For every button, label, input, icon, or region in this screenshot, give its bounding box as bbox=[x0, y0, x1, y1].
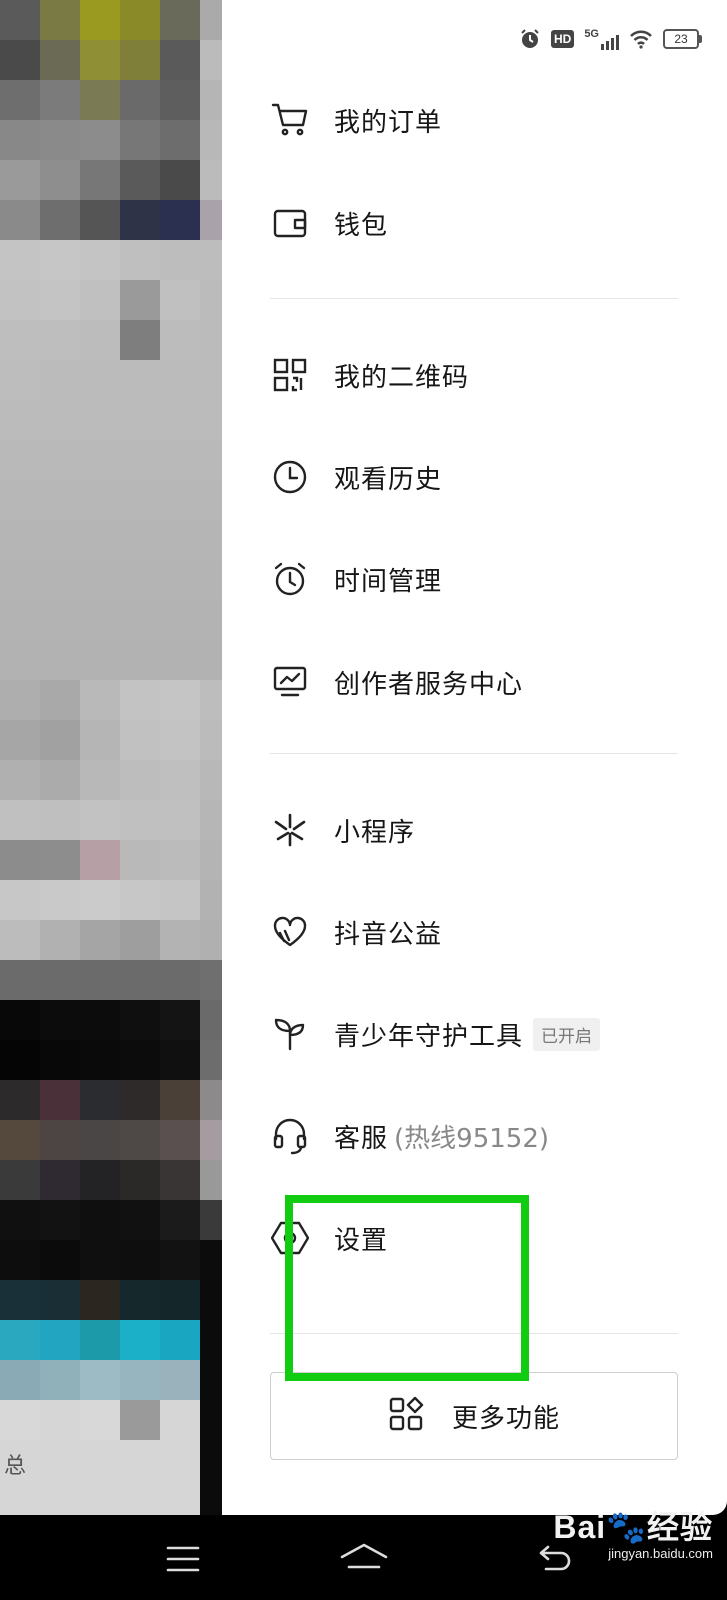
menu-item-label: 时间管理 bbox=[334, 566, 443, 597]
more-features-button[interactable]: 更多功能 bbox=[270, 1372, 678, 1460]
monitor-chart-icon bbox=[270, 662, 310, 702]
menu-item-time-management[interactable]: 时间管理 bbox=[270, 549, 670, 609]
menu-item-my-orders[interactable]: 我的订单 bbox=[270, 90, 670, 150]
menu-item-customer-service[interactable]: 客服 (热线95152) bbox=[270, 1106, 670, 1166]
baidu-jingyan-watermark: Bai🐾经验 jingyan.baidu.com bbox=[553, 1502, 713, 1561]
more-features-label: 更多功能 bbox=[451, 1403, 560, 1434]
background-content: 总 bbox=[0, 0, 222, 1515]
menu-item-watch-history[interactable]: 观看历史 bbox=[270, 447, 670, 507]
mini-program-icon bbox=[270, 810, 310, 850]
menu-item-label: 观看历史 bbox=[334, 464, 443, 495]
home-icon[interactable] bbox=[338, 1541, 390, 1575]
hotline-text: (热线95152) bbox=[394, 1123, 550, 1154]
annotation-highlight-box bbox=[285, 1195, 529, 1381]
watermark-url: jingyan.baidu.com bbox=[608, 1546, 713, 1561]
headset-icon bbox=[270, 1116, 310, 1156]
grid-apps-icon bbox=[388, 1396, 424, 1436]
clock-icon bbox=[270, 457, 310, 497]
cart-icon bbox=[270, 100, 310, 140]
alarm-icon bbox=[521, 29, 539, 48]
divider bbox=[270, 298, 678, 299]
wifi-icon bbox=[630, 30, 652, 49]
signal-5g-icon: 5G bbox=[584, 28, 619, 50]
paw-icon: 🐾 bbox=[606, 1509, 647, 1545]
menu-item-qr-code[interactable]: 我的二维码 bbox=[270, 345, 670, 405]
menu-item-label: 客服 bbox=[334, 1123, 389, 1154]
menu-item-label: 我的订单 bbox=[334, 107, 443, 138]
background-partial-text: 总 bbox=[4, 1454, 27, 1479]
heart-icon bbox=[270, 912, 310, 952]
menu-item-creator-center[interactable]: 创作者服务中心 bbox=[270, 652, 670, 712]
status-badge: 已开启 bbox=[533, 1017, 601, 1051]
watermark-brand: Bai🐾经验 bbox=[553, 1509, 713, 1545]
menu-item-label: 我的二维码 bbox=[334, 362, 470, 393]
sprout-icon bbox=[270, 1014, 310, 1054]
menu-item-label: 抖音公益 bbox=[334, 919, 443, 950]
alarm-clock-icon bbox=[270, 559, 310, 599]
menu-item-label: 青少年守护工具 bbox=[334, 1021, 524, 1052]
battery-indicator: 23 bbox=[663, 29, 702, 49]
pixelated-image bbox=[0, 0, 222, 1515]
menu-item-mini-program[interactable]: 小程序 bbox=[270, 800, 670, 860]
qr-code-icon bbox=[270, 355, 310, 395]
wallet-icon bbox=[270, 203, 310, 243]
menu-item-wallet[interactable]: 钱包 bbox=[270, 193, 670, 253]
menu-item-teen-protection[interactable]: 青少年守护工具 已开启 bbox=[270, 1004, 670, 1064]
divider bbox=[270, 753, 678, 754]
menu-item-charity[interactable]: 抖音公益 bbox=[270, 902, 670, 962]
menu-icon[interactable] bbox=[166, 1545, 200, 1573]
menu-item-label: 小程序 bbox=[334, 817, 416, 848]
hd-icon: HD bbox=[550, 30, 575, 48]
menu-item-label: 创作者服务中心 bbox=[334, 669, 524, 700]
menu-item-label: 钱包 bbox=[334, 210, 389, 241]
status-bar: HD 5G 23 bbox=[519, 26, 702, 52]
